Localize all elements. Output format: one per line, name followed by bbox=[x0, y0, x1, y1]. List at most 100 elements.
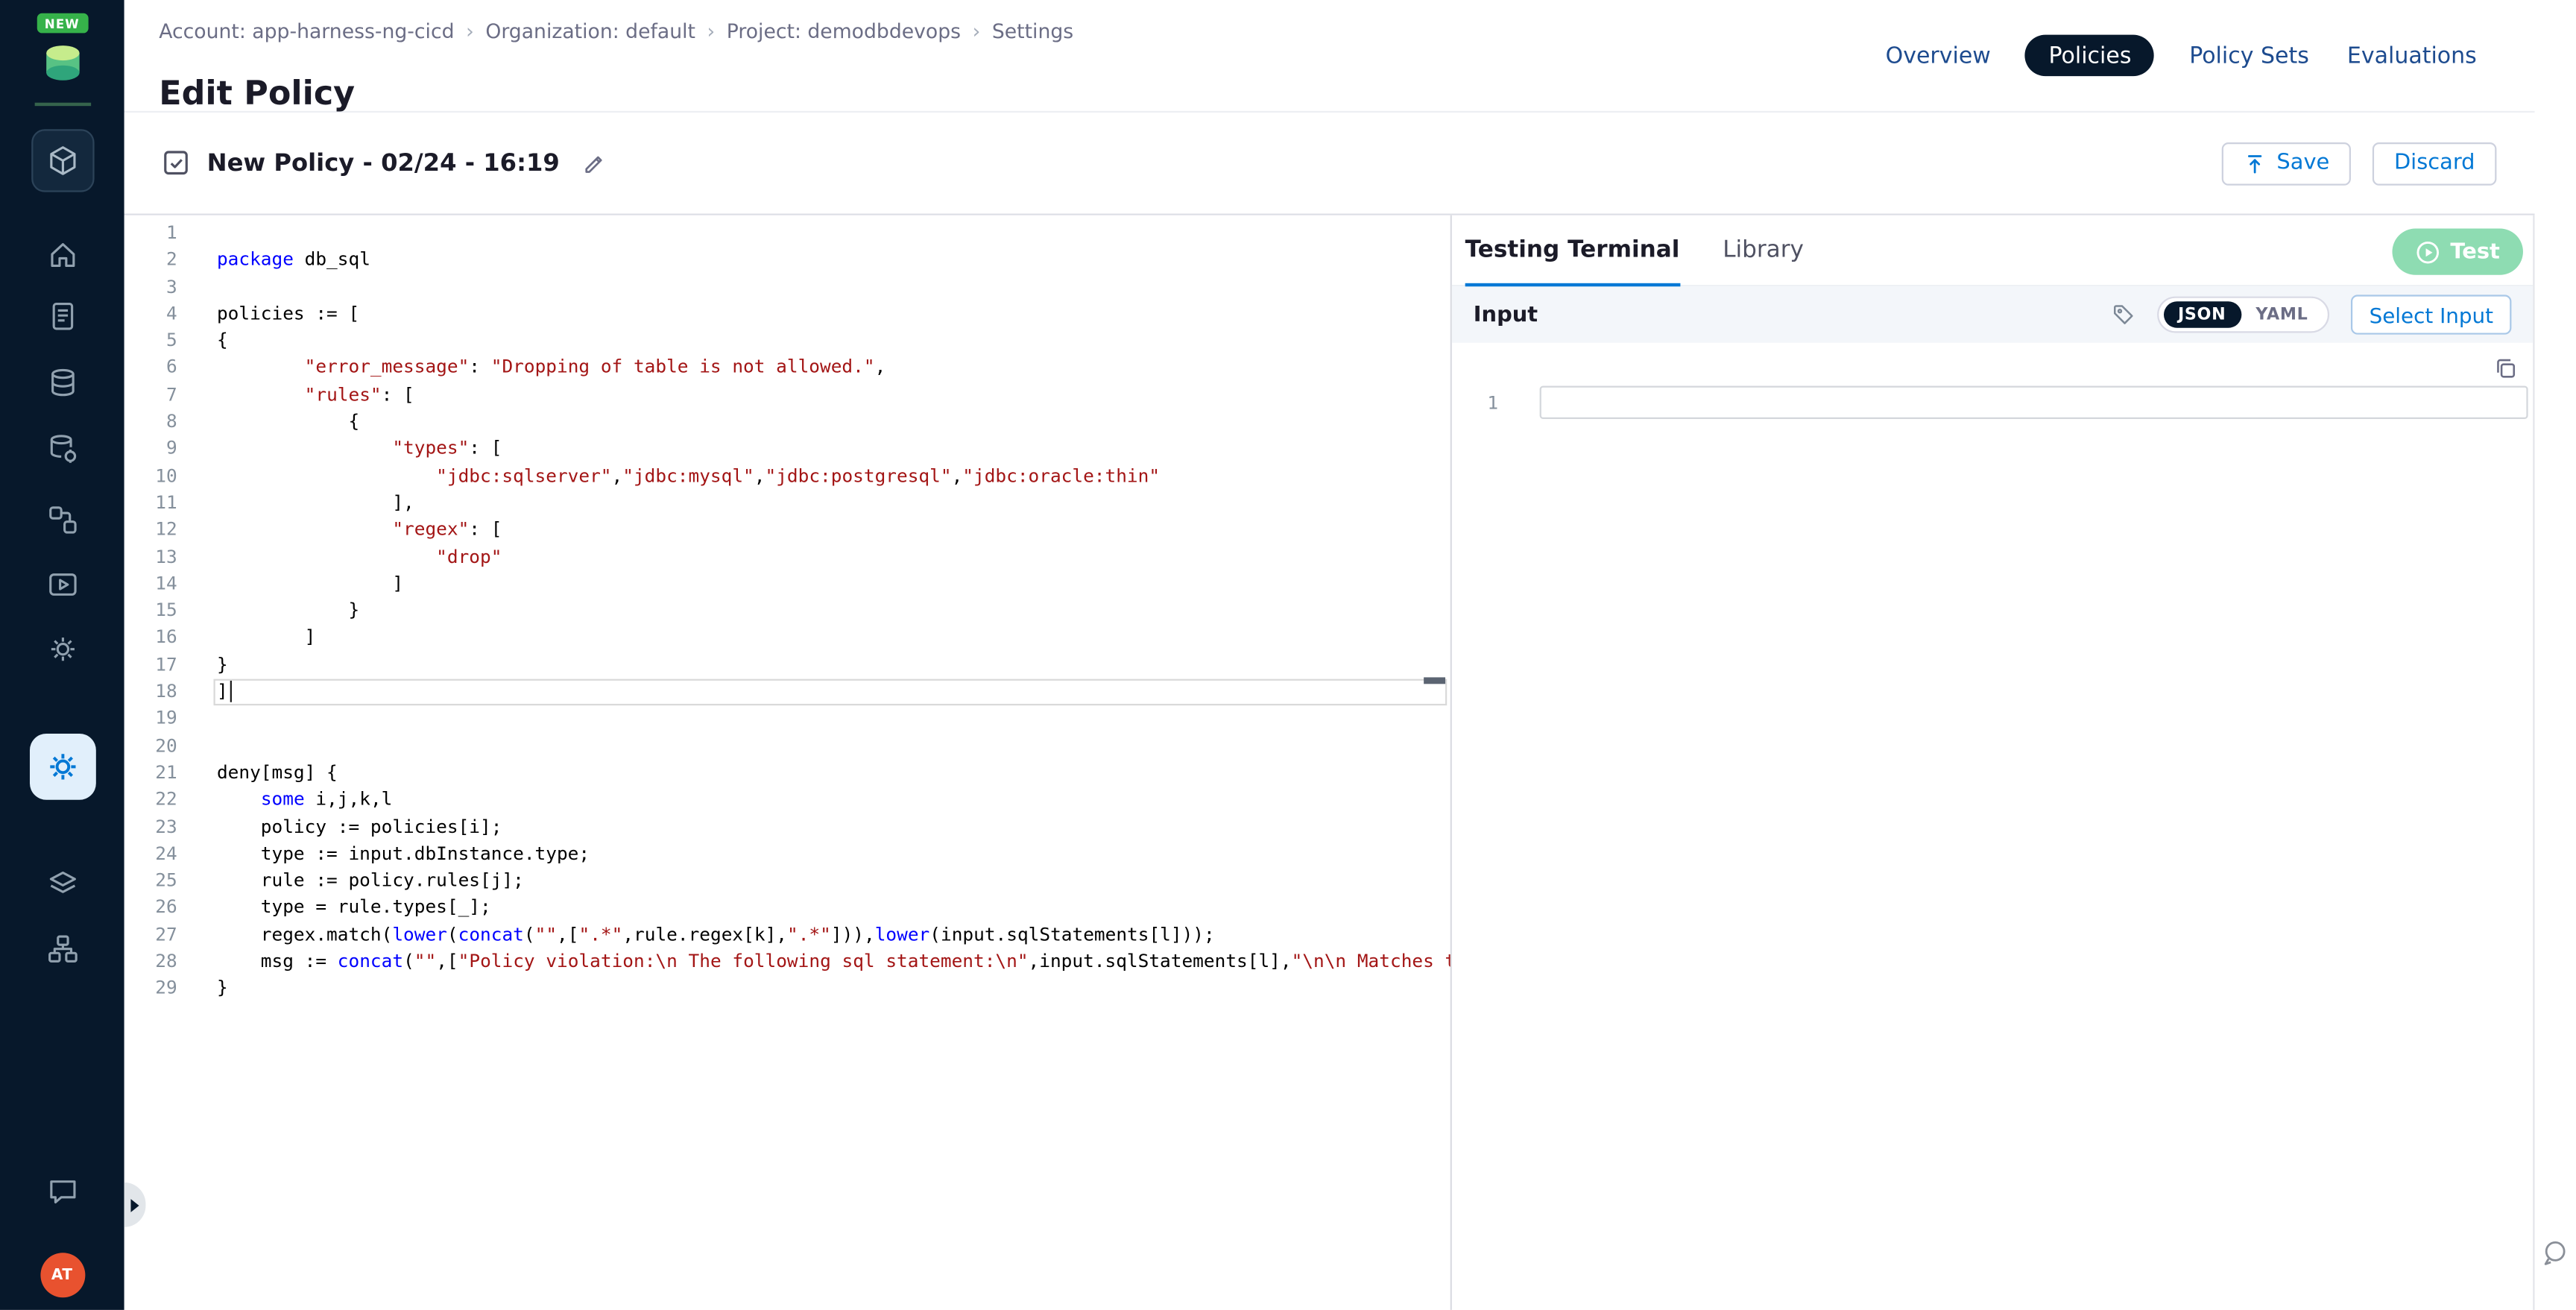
text-cursor bbox=[230, 681, 232, 702]
breadcrumb-organization[interactable]: Organization: default bbox=[485, 20, 695, 43]
code-line-18[interactable]: 18] bbox=[124, 679, 1450, 706]
account-settings-icon-active[interactable] bbox=[29, 734, 95, 800]
harness-logo[interactable] bbox=[36, 40, 89, 92]
code-line-2[interactable]: 2package db_sql bbox=[124, 248, 1450, 274]
tab-overview[interactable]: Overview bbox=[1882, 36, 1994, 75]
breadcrumb-account[interactable]: Account: app-harness-ng-cicd bbox=[159, 20, 454, 43]
format-toggle-json[interactable]: JSON bbox=[2163, 301, 2241, 328]
discard-button[interactable]: Discard bbox=[2373, 142, 2496, 185]
tab-evaluations[interactable]: Evaluations bbox=[2343, 36, 2480, 75]
tag-icon[interactable] bbox=[2110, 301, 2137, 328]
sidebar-nav: NEW bbox=[0, 0, 124, 1310]
input-section-label: Input bbox=[1474, 302, 1538, 327]
code-line-15[interactable]: 15 } bbox=[124, 598, 1450, 625]
code-line-11[interactable]: 11 ], bbox=[124, 490, 1450, 517]
tab-library-label: Library bbox=[1723, 237, 1804, 264]
pipelines-icon[interactable] bbox=[45, 503, 78, 536]
breadcrumb: Account: app-harness-ng-cicd › Organizat… bbox=[159, 20, 1073, 43]
breadcrumb-separator: › bbox=[466, 20, 474, 43]
org-hierarchy-icon[interactable] bbox=[45, 932, 78, 965]
get-started-list-icon[interactable] bbox=[45, 300, 78, 333]
tab-library[interactable]: Library bbox=[1723, 215, 1804, 285]
tab-policies[interactable]: Policies bbox=[2025, 35, 2154, 77]
code-line-7[interactable]: 7 "rules": [ bbox=[124, 382, 1450, 409]
format-toggle: JSON YAML bbox=[2156, 297, 2329, 333]
format-toggle-yaml[interactable]: YAML bbox=[2241, 301, 2323, 328]
code-line-9[interactable]: 9 "types": [ bbox=[124, 436, 1450, 463]
policy-toolbar: New Policy - 02/24 - 16:19 Save Discard bbox=[124, 113, 2535, 215]
policy-check-icon bbox=[160, 148, 192, 179]
logo-divider bbox=[34, 103, 91, 106]
code-line-28[interactable]: 28 msg := concat("",["Policy violation:\… bbox=[124, 949, 1450, 976]
code-line-13[interactable]: 13 "drop" bbox=[124, 544, 1450, 571]
code-line-29[interactable]: 29} bbox=[124, 976, 1450, 1003]
settings-gear-icon[interactable] bbox=[45, 632, 78, 665]
overview-ruler-cursor-mark bbox=[1424, 677, 1445, 684]
executions-play-icon[interactable] bbox=[45, 568, 78, 601]
play-circle-icon bbox=[2416, 239, 2440, 264]
test-input-field[interactable] bbox=[1540, 386, 2528, 419]
page-title: Edit Policy bbox=[159, 74, 355, 113]
breadcrumb-settings[interactable]: Settings bbox=[992, 20, 1073, 43]
code-line-22[interactable]: 22 some i,j,k,l bbox=[124, 787, 1450, 814]
code-line-6[interactable]: 6 "error_message": "Dropping of table is… bbox=[124, 355, 1450, 382]
code-line-4[interactable]: 4policies := [ bbox=[124, 301, 1450, 328]
environments-layers-icon[interactable] bbox=[45, 868, 78, 901]
code-line-8[interactable]: 8 { bbox=[124, 409, 1450, 436]
select-input-button[interactable]: Select Input bbox=[2351, 295, 2511, 334]
save-button[interactable]: Save bbox=[2222, 142, 2351, 185]
policy-name: New Policy - 02/24 - 16:19 bbox=[207, 150, 560, 177]
breadcrumb-separator: › bbox=[707, 20, 716, 43]
code-line-1[interactable]: 1 bbox=[124, 220, 1450, 247]
policy-code-editor[interactable]: 12package db_sql34policies := [5{6 "erro… bbox=[124, 215, 1452, 1310]
input-bar: Input JSON YAML Select Input bbox=[1452, 286, 2533, 343]
toolbar-right: Save Discard bbox=[2222, 113, 2496, 213]
tab-policy-sets[interactable]: Policy Sets bbox=[2186, 36, 2313, 75]
module-selector-cube-icon[interactable] bbox=[31, 129, 93, 192]
code-line-25[interactable]: 25 rule := policy.rules[j]; bbox=[124, 868, 1450, 895]
copy-icon[interactable] bbox=[2493, 356, 2518, 381]
database-schema-icon[interactable] bbox=[45, 432, 78, 465]
current-line-highlight bbox=[214, 679, 1448, 706]
test-button-label: Test bbox=[2450, 239, 2499, 264]
save-button-label: Save bbox=[2276, 151, 2329, 175]
main-area: Account: app-harness-ng-cicd › Organizat… bbox=[124, 0, 2535, 1310]
save-upload-icon bbox=[2244, 151, 2267, 174]
app-window: NEW bbox=[0, 0, 2576, 1310]
test-input-editor: 1 bbox=[1452, 343, 2533, 1310]
tab-testing-terminal[interactable]: Testing Terminal bbox=[1465, 215, 1680, 285]
discard-button-label: Discard bbox=[2394, 151, 2475, 175]
home-icon[interactable] bbox=[45, 239, 78, 271]
new-badge: NEW bbox=[37, 13, 88, 34]
page-header: Account: app-harness-ng-cicd › Organizat… bbox=[124, 0, 2535, 113]
tab-testing-terminal-label: Testing Terminal bbox=[1465, 237, 1680, 264]
testing-panel: Testing Terminal Library Test Input bbox=[1452, 215, 2535, 1310]
test-button[interactable]: Test bbox=[2393, 229, 2523, 275]
code-line-20[interactable]: 20 bbox=[124, 733, 1450, 760]
code-line-24[interactable]: 24 type := input.dbInstance.type; bbox=[124, 841, 1450, 868]
edit-name-pencil-icon[interactable] bbox=[581, 150, 608, 177]
breadcrumb-separator: › bbox=[973, 20, 981, 43]
code-line-21[interactable]: 21deny[msg] { bbox=[124, 760, 1450, 787]
breadcrumb-project[interactable]: Project: demodbdevops bbox=[727, 20, 961, 43]
content-split: 12package db_sql34policies := [5{6 "erro… bbox=[124, 215, 2535, 1310]
chat-bubble-icon[interactable] bbox=[45, 1174, 78, 1207]
code-line-14[interactable]: 14 ] bbox=[124, 571, 1450, 598]
policy-section-tabs: Overview Policies Policy Sets Evaluation… bbox=[1882, 33, 2480, 78]
code-line-26[interactable]: 26 type = rule.types[_]; bbox=[124, 895, 1450, 922]
input-line-row: 1 bbox=[1452, 343, 2533, 419]
user-avatar[interactable]: AT bbox=[40, 1253, 84, 1297]
panel-tabs: Testing Terminal Library Test bbox=[1452, 215, 2533, 287]
code-line-19[interactable]: 19 bbox=[124, 706, 1450, 733]
help-chat-icon[interactable] bbox=[2539, 1238, 2569, 1275]
code-line-23[interactable]: 23 policy := policies[i]; bbox=[124, 814, 1450, 841]
database-icon[interactable] bbox=[45, 366, 78, 399]
input-line-number: 1 bbox=[1452, 391, 1498, 413]
code-line-10[interactable]: 10 "jdbc:sqlserver","jdbc:mysql","jdbc:p… bbox=[124, 463, 1450, 490]
code-line-27[interactable]: 27 regex.match(lower(concat("",[".*",rul… bbox=[124, 922, 1450, 949]
code-line-3[interactable]: 3 bbox=[124, 274, 1450, 301]
code-line-12[interactable]: 12 "regex": [ bbox=[124, 517, 1450, 544]
code-line-16[interactable]: 16 ] bbox=[124, 625, 1450, 652]
code-line-5[interactable]: 5{ bbox=[124, 328, 1450, 355]
code-line-17[interactable]: 17} bbox=[124, 652, 1450, 679]
